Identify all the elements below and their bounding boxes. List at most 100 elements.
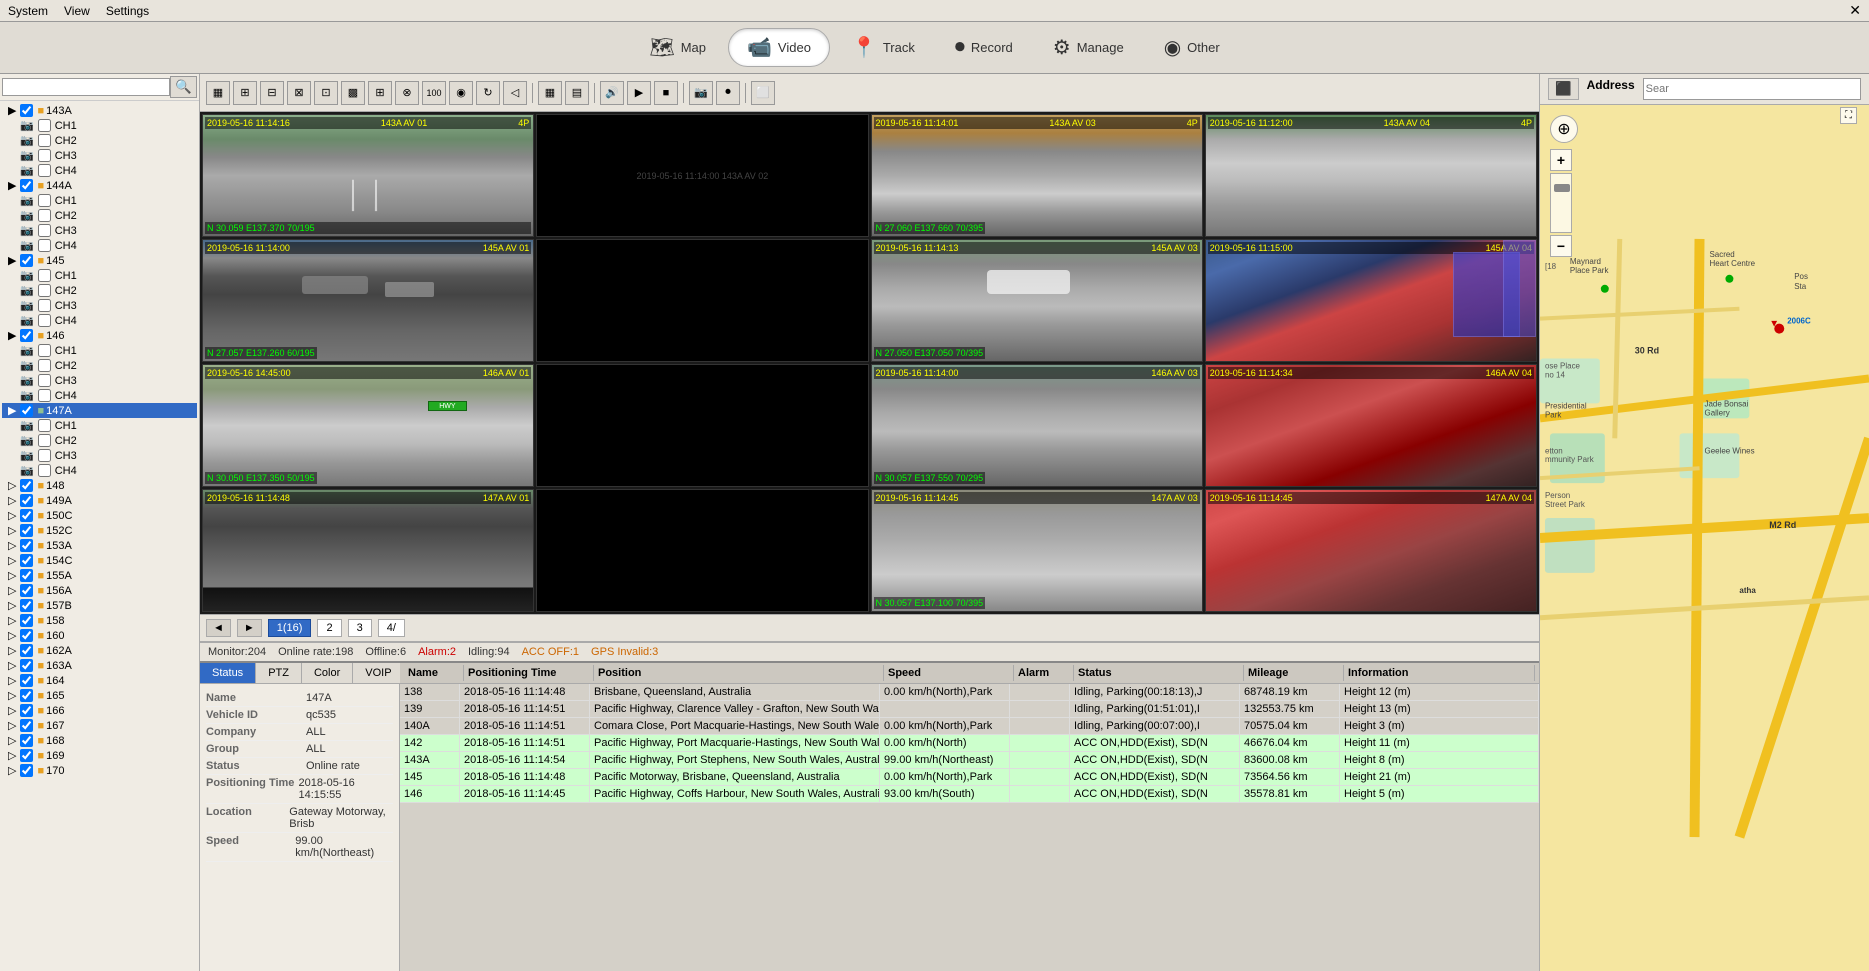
tree-item-166[interactable]: ▷■166 xyxy=(2,703,197,718)
tb-grid3[interactable]: ⊟ xyxy=(260,81,284,105)
tb-layout1[interactable]: ▦ xyxy=(538,81,562,105)
tb-grid9[interactable]: 100 xyxy=(422,81,446,105)
tree-item-167[interactable]: ▷■167 xyxy=(2,718,197,733)
tree-item-ch4-144a[interactable]: 📷CH4 xyxy=(18,238,197,253)
page-tab-4[interactable]: 4/ xyxy=(378,619,405,637)
tb-grid6[interactable]: ▩ xyxy=(341,81,365,105)
video-cell-3[interactable]: 2019-05-16 11:14:01 143A AV 03 4P N 27.0… xyxy=(871,114,1203,237)
tb-capture[interactable]: 📷 xyxy=(689,81,713,105)
video-cell-5[interactable]: 2019-05-16 11:14:00 145A AV 01 N 27.057 … xyxy=(202,239,534,362)
table-row[interactable]: 145 2018-05-16 11:14:48 Pacific Motorway… xyxy=(400,769,1539,786)
tree-item-ch2-146[interactable]: 📷CH2 xyxy=(18,358,197,373)
tb-record[interactable]: ⏺ xyxy=(716,81,740,105)
tb-grid5[interactable]: ⊡ xyxy=(314,81,338,105)
tb-grid4[interactable]: ⊠ xyxy=(287,81,311,105)
btab-ptz[interactable]: PTZ xyxy=(256,663,302,683)
tree-item-160[interactable]: ▷■160 xyxy=(2,628,197,643)
video-cell-2[interactable]: 2019-05-16 11:14:00 143A AV 02 xyxy=(536,114,868,237)
page-next[interactable]: ► xyxy=(237,619,262,637)
tree-item-ch1-143a[interactable]: 📷CH1 xyxy=(18,118,197,133)
tb-fullscreen[interactable]: ⬜ xyxy=(751,81,775,105)
tree-item-ch4-147a[interactable]: 📷CH4 xyxy=(18,463,197,478)
tree-item-149a[interactable]: ▷■149A xyxy=(2,493,197,508)
tree-item-162a[interactable]: ▷■162A xyxy=(2,643,197,658)
page-tab-1[interactable]: 1(16) xyxy=(268,619,312,637)
tb-grid7[interactable]: ⊞ xyxy=(368,81,392,105)
map-expand-button[interactable]: ⛶ xyxy=(1840,107,1857,124)
video-cell-13[interactable]: 2019-05-16 11:14:48 147A AV 01 N 30.058 … xyxy=(202,489,534,612)
search-button[interactable]: 🔍 xyxy=(170,76,197,98)
map-zoom-out[interactable]: − xyxy=(1550,235,1572,257)
tree-item-145[interactable]: ▶■145 xyxy=(2,253,197,268)
tree-item-ch2-144a[interactable]: 📷CH2 xyxy=(18,208,197,223)
tb-play[interactable]: ▶ xyxy=(627,81,651,105)
tree-item-ch1-146[interactable]: 📷CH1 xyxy=(18,343,197,358)
menu-system[interactable]: System xyxy=(8,4,48,18)
tb-grid1[interactable]: ▦ xyxy=(206,81,230,105)
search-input[interactable] xyxy=(2,78,170,96)
page-prev[interactable]: ◄ xyxy=(206,619,231,637)
tree-item-147a[interactable]: ▶■147A xyxy=(2,403,197,418)
video-cell-16[interactable]: 2019-05-16 11:14:45 147A AV 04 xyxy=(1205,489,1537,612)
video-cell-10[interactable] xyxy=(536,364,868,487)
table-row[interactable]: 143A 2018-05-16 11:14:54 Pacific Highway… xyxy=(400,752,1539,769)
table-row[interactable]: 140A 2018-05-16 11:14:51 Comara Close, P… xyxy=(400,718,1539,735)
window-close[interactable]: ✕ xyxy=(1849,2,1861,19)
table-row[interactable]: 138 2018-05-16 11:14:48 Brisbane, Queens… xyxy=(400,684,1539,701)
nav-other[interactable]: ◉ Other xyxy=(1146,29,1238,66)
tree-item-148[interactable]: ▷■148 xyxy=(2,478,197,493)
tree-item-ch2-145[interactable]: 📷CH2 xyxy=(18,283,197,298)
tree-item-ch3-144a[interactable]: 📷CH3 xyxy=(18,223,197,238)
video-cell-15[interactable]: 2019-05-16 11:14:45 147A AV 03 N 30.057 … xyxy=(871,489,1203,612)
tree-item-170[interactable]: ▷■170 xyxy=(2,763,197,778)
map-nav[interactable]: ⊕ xyxy=(1550,115,1578,143)
video-cell-1[interactable]: 2019-05-16 11:14:16 143A AV 01 4P N 30.0… xyxy=(202,114,534,237)
nav-map[interactable]: 🗺 Map xyxy=(631,29,724,66)
tree-item-152c[interactable]: ▷■152C xyxy=(2,523,197,538)
tree-item-153a[interactable]: ▷■153A xyxy=(2,538,197,553)
tree-item-150c[interactable]: ▷■150C xyxy=(2,508,197,523)
video-cell-8[interactable]: 2019-05-16 11:15:00 145A AV 04 xyxy=(1205,239,1537,362)
tb-sound[interactable]: 🔊 xyxy=(600,81,624,105)
map-search-input[interactable] xyxy=(1643,78,1861,100)
tb-btn11[interactable]: ↻ xyxy=(476,81,500,105)
btab-voip[interactable]: VOIP xyxy=(353,663,404,683)
tree-item-ch3-147a[interactable]: 📷CH3 xyxy=(18,448,197,463)
tree-item-ch4-145[interactable]: 📷CH4 xyxy=(18,313,197,328)
tb-btn10[interactable]: ◉ xyxy=(449,81,473,105)
tree-item-144a[interactable]: ▶■144A xyxy=(2,178,197,193)
video-cell-4[interactable]: 2019-05-16 11:12:00 143A AV 04 4P xyxy=(1205,114,1537,237)
tree-item-163a[interactable]: ▷■163A xyxy=(2,658,197,673)
tree-item-ch2-147a[interactable]: 📷CH2 xyxy=(18,433,197,448)
tree-item-146[interactable]: ▶■146 xyxy=(2,328,197,343)
table-row[interactable]: 142 2018-05-16 11:14:51 Pacific Highway,… xyxy=(400,735,1539,752)
tree-item-ch4-143a[interactable]: 📷CH4 xyxy=(18,163,197,178)
page-tab-2[interactable]: 2 xyxy=(317,619,341,637)
video-cell-6[interactable] xyxy=(536,239,868,362)
video-cell-14[interactable] xyxy=(536,489,868,612)
menu-view[interactable]: View xyxy=(64,4,90,18)
btab-status[interactable]: Status xyxy=(200,663,256,683)
tree-item-157b[interactable]: ▷■157B xyxy=(2,598,197,613)
zoom-slider-track[interactable] xyxy=(1550,173,1572,233)
video-cell-11[interactable]: 2019-05-16 11:14:00 146A AV 03 N 30.057 … xyxy=(871,364,1203,487)
tree-item-ch2-143a[interactable]: 📷CH2 xyxy=(18,133,197,148)
page-tab-3[interactable]: 3 xyxy=(348,619,372,637)
nav-track[interactable]: 📍 Track xyxy=(834,29,933,66)
tree-item-164[interactable]: ▷■164 xyxy=(2,673,197,688)
tree-item-169[interactable]: ▷■169 xyxy=(2,748,197,763)
tree-item-168[interactable]: ▷■168 xyxy=(2,733,197,748)
tree-item-156a[interactable]: ▷■156A xyxy=(2,583,197,598)
menu-settings[interactable]: Settings xyxy=(106,4,149,18)
tree-item-154c[interactable]: ▷■154C xyxy=(2,553,197,568)
tree-item-165[interactable]: ▷■165 xyxy=(2,688,197,703)
btab-color[interactable]: Color xyxy=(302,663,353,683)
nav-video[interactable]: 📹 Video xyxy=(728,28,830,67)
tb-grid2[interactable]: ⊞ xyxy=(233,81,257,105)
tb-grid8[interactable]: ⊗ xyxy=(395,81,419,105)
table-row[interactable]: 139 2018-05-16 11:14:51 Pacific Highway,… xyxy=(400,701,1539,718)
video-cell-7[interactable]: 2019-05-16 11:14:13 145A AV 03 N 27.050 … xyxy=(871,239,1203,362)
nav-record[interactable]: ⏺ Record xyxy=(937,30,1031,65)
tb-stop[interactable]: ■ xyxy=(654,81,678,105)
tree-item-ch4-146[interactable]: 📷CH4 xyxy=(18,388,197,403)
